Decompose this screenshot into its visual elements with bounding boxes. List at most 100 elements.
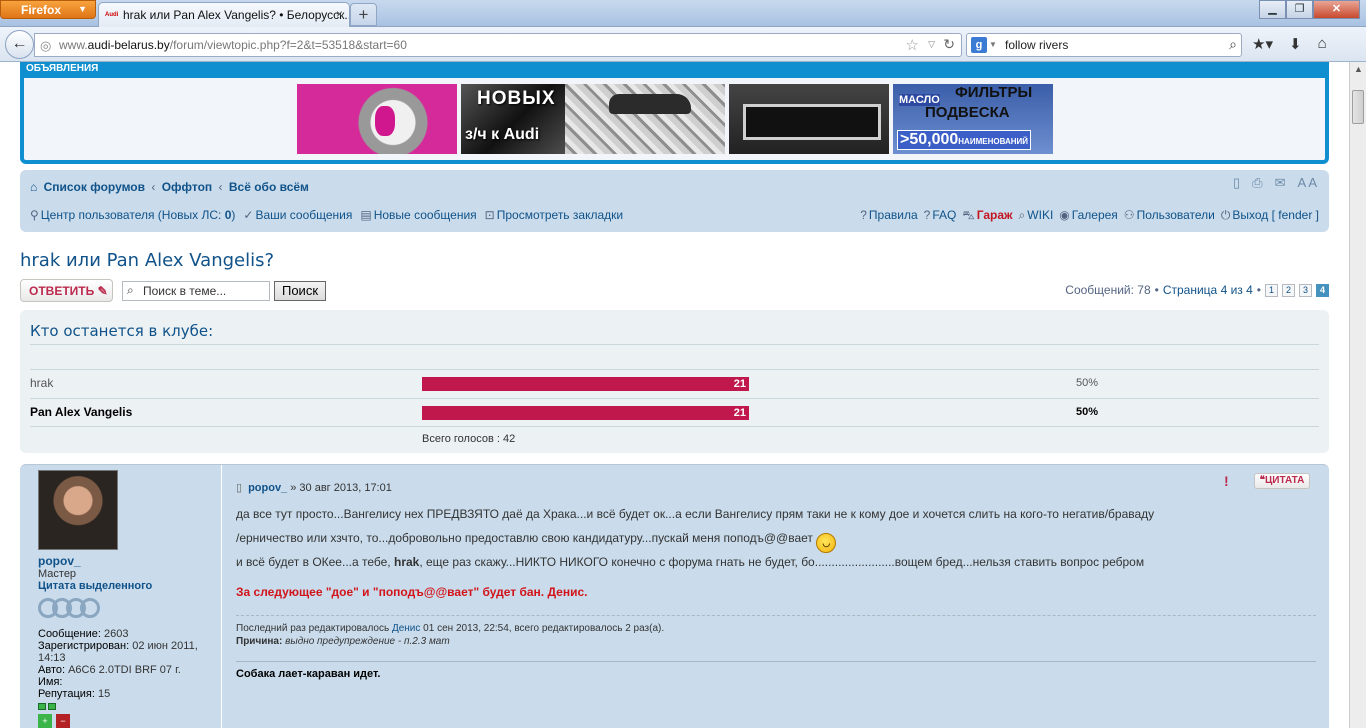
maximize-button[interactable]: ❐ [1286, 0, 1313, 19]
quote-button[interactable]: ❝ЦИТАТА [1254, 473, 1310, 489]
name-label: Имя: [38, 676, 63, 688]
document-icon: ▤ [360, 208, 372, 222]
downloads-icon[interactable]: ⬇ [1289, 35, 1302, 53]
page-link-1[interactable]: 1 [1265, 283, 1278, 297]
ad5-count: >50,000НАИМЕНОВАНИЙ [897, 130, 1032, 150]
browser-tab[interactable]: Audi hrak или Pan Alex Vangelis? • Белор… [98, 2, 350, 27]
url-prefix: www. [59, 38, 88, 52]
ad-car-parts-image[interactable] [565, 84, 725, 154]
email-icon[interactable]: ✉ [1275, 175, 1286, 191]
post-line-2-wrap: /ерничество или хзчто, то...добровольно … [236, 529, 1316, 553]
new-tab-button[interactable]: + [350, 3, 377, 26]
wiki-label: WIKI [1027, 208, 1054, 222]
ad-wheel-image[interactable] [297, 84, 457, 154]
moderator-warning: За следующее "дое" и "поподъ@@вает" буде… [236, 585, 588, 599]
bookmarks-label: Просмотреть закладки [496, 208, 624, 222]
back-button[interactable]: ← [5, 30, 34, 59]
poll-question: Кто останется в клубе: [30, 322, 214, 340]
bullet: • [1154, 283, 1159, 297]
page-link-3[interactable]: 3 [1299, 283, 1312, 297]
garage-link[interactable]: ⛍ Гараж [962, 208, 1012, 224]
faq-link[interactable]: ? FAQ [924, 208, 957, 224]
wiki-link[interactable]: ⌕ WIKI [1019, 208, 1054, 224]
print-icon[interactable]: ⎙ [1252, 175, 1262, 191]
page-link-2[interactable]: 2 [1282, 283, 1295, 297]
breadcrumb-separator: ‹ [151, 180, 156, 194]
bullet: • [1256, 283, 1261, 297]
users-label: Пользователи [1136, 208, 1215, 222]
minimize-button[interactable]: ▁ [1259, 0, 1286, 19]
edit-user-link[interactable]: Денис [392, 623, 420, 634]
post-content: да все тут просто...Вангелису нех ПРЕДВЗ… [236, 505, 1316, 571]
quote-label: ЦИТАТА [1264, 475, 1305, 486]
logout-label: Выход [ fender ] [1232, 208, 1319, 222]
search-icon[interactable]: ⌕ [1229, 36, 1237, 53]
pagination: Сообщений: 78 • Страница 4 из 4 • 1 2 3 … [1065, 283, 1329, 297]
page-indicator[interactable]: Страница 4 из 4 [1163, 283, 1253, 297]
reload-icon[interactable]: ↻ [943, 36, 955, 53]
close-window-button[interactable]: ✕ [1313, 0, 1360, 19]
mobile-icon[interactable]: ▯ [1233, 175, 1240, 191]
reply-button[interactable]: ОТВЕТИТЬ ✎ [20, 279, 113, 302]
ucp-link[interactable]: ⚲ Центр пользователя (Новых ЛС: 0) [30, 208, 235, 222]
ad2-line2: з/ч к Audi [465, 126, 540, 143]
reply-label: ОТВЕТИТЬ [29, 284, 95, 298]
ad5-line2: ФИЛЬТРЫ [955, 84, 1033, 101]
home-icon[interactable]: ⌂ [1318, 35, 1327, 53]
history-dropdown-icon[interactable]: ▽ [928, 39, 935, 50]
ad-filters[interactable]: МАСЛО ФИЛЬТРЫ ПОДВЕСКА >50,000НАИМЕНОВАН… [893, 84, 1053, 154]
faq-label: FAQ [932, 208, 957, 222]
globe-icon: ◎ [40, 38, 52, 53]
post-line-3: и всё будет в ОКее...а тебе, hrak, еще р… [236, 553, 1316, 571]
user-auto: A6C6 2.0TDI BRF 07 г. [68, 664, 181, 676]
scrollbar-thumb[interactable] [1352, 90, 1364, 124]
url-host: audi-belarus.by [87, 38, 170, 52]
post-author[interactable]: popov_ [38, 554, 221, 568]
close-tab-icon[interactable]: × [336, 7, 343, 21]
forum-navbar: ⌂ Список форумов ‹ Оффтоп ‹ Всё обо всём… [20, 170, 1329, 232]
poll-bar: 21 [422, 406, 749, 420]
topic-search-button[interactable]: Поиск [274, 281, 326, 301]
url-bar[interactable]: ◎ www.audi-belarus.by/forum/viewtopic.ph… [34, 33, 962, 57]
bookmarks-link[interactable]: ⊡ Просмотреть закладки [485, 208, 623, 222]
check-icon: ✓ [243, 208, 254, 222]
vertical-scrollbar[interactable]: ▲ [1349, 62, 1366, 728]
ad-plate-frame-image[interactable] [729, 84, 889, 154]
bookmark-star-icon[interactable]: ☆ [906, 36, 919, 54]
ad5-big: >50,000 [900, 131, 959, 148]
firefox-menu-button[interactable]: Firefox ▼ [0, 0, 96, 19]
scroll-up-icon[interactable]: ▲ [1354, 64, 1363, 74]
breadcrumb-separator: ‹ [218, 180, 223, 194]
rules-link[interactable]: ? Правила [860, 208, 917, 224]
edit-prefix: Последний раз редактировалось [236, 623, 392, 634]
user-details: Сообщение: 2603 Зарегистрирован: 02 июн … [38, 628, 221, 700]
your-posts-link[interactable]: ✓ Ваши сообщения [243, 208, 352, 222]
post-icon[interactable]: ▯ [236, 482, 242, 494]
report-icon[interactable]: ! [1224, 473, 1238, 489]
user-icon: ⚲ [30, 208, 39, 222]
post-meta-author[interactable]: popov_ [248, 482, 287, 494]
profile-buttons: + − [38, 714, 221, 728]
new-posts-link[interactable]: ▤ Новые сообщения [360, 208, 476, 222]
post-line-1: да все тут просто...Вангелису нех ПРЕДВЗ… [236, 507, 1155, 521]
chevron-down-icon: ▼ [78, 4, 87, 14]
bookmarks-menu-icon[interactable]: ★▾ [1252, 35, 1273, 53]
font-size-toggle[interactable]: A A [1297, 175, 1317, 191]
poll-panel: Кто останется в клубе: hrak 21 50% Pan A… [20, 310, 1329, 453]
web-search-input[interactable]: g ▼ follow rivers ⌕ [966, 33, 1242, 57]
gallery-link[interactable]: ◉ Галерея [1059, 208, 1118, 224]
users-link[interactable]: ⚇ Пользователи [1124, 208, 1215, 224]
topic-search-input[interactable]: ⌕ Поиск в теме... [122, 281, 270, 301]
topic-title[interactable]: hrak или Pan Alex Vangelis? [20, 250, 274, 271]
page-tools: ▯ ⎙ ✉ A A [1233, 175, 1317, 191]
breadcrumb-forum-list[interactable]: Список форумов [44, 180, 145, 194]
avatar[interactable] [38, 470, 118, 550]
reputation-bar [38, 703, 221, 710]
breadcrumb-offtopic[interactable]: Оффтоп [162, 180, 212, 194]
thumb-down-icon[interactable]: − [56, 714, 70, 728]
breadcrumb-all-about[interactable]: Всё обо всём [229, 180, 309, 194]
engine-dropdown-icon[interactable]: ▼ [989, 40, 997, 49]
thumb-up-icon[interactable]: + [38, 714, 52, 728]
google-icon[interactable]: g [971, 37, 987, 53]
logout-link[interactable]: ⏻ Выход [ fender ] [1221, 208, 1319, 224]
